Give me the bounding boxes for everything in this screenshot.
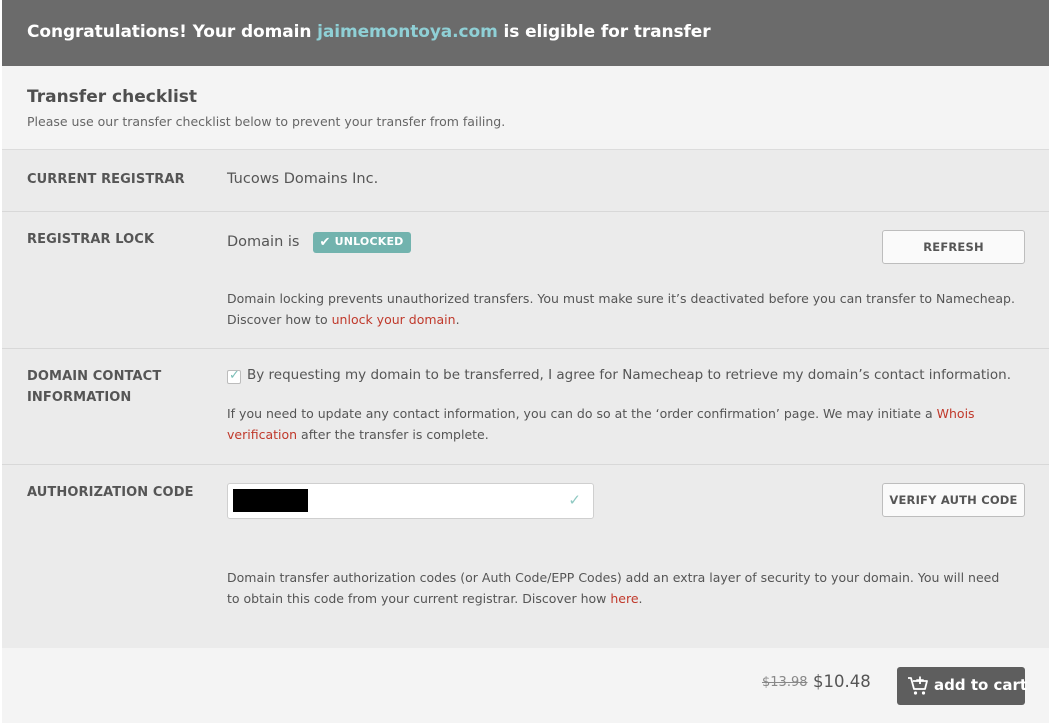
header-prefix: Congratulations! Your domain xyxy=(27,22,318,42)
agree-checkbox[interactable]: ✓ xyxy=(227,368,241,384)
lock-info: Domain locking prevents unauthorized tra… xyxy=(227,288,1015,330)
verification-link[interactable]: verification xyxy=(227,427,297,442)
old-price: $13.98 xyxy=(762,675,808,690)
checklist-heading: Transfer checklist Please use our transf… xyxy=(2,66,1049,150)
auth-code-redaction xyxy=(233,489,308,512)
current-registrar-label: CURRENT REGISTRAR xyxy=(27,172,185,187)
unlocked-badge: ✔ UNLOCKED xyxy=(313,232,411,253)
checklist-subtitle: Please use our transfer checklist below … xyxy=(27,114,506,129)
new-price: $10.48 xyxy=(813,672,871,691)
check-icon: ✔ xyxy=(319,235,331,250)
lock-info-prefix: Discover how to xyxy=(227,312,332,327)
auth-info-line1: Domain transfer authorization codes (or … xyxy=(227,570,1000,585)
domain-contact-label-line1: DOMAIN CONTACT xyxy=(27,369,162,384)
contact-info: If you need to update any contact inform… xyxy=(227,403,1007,445)
unlock-domain-link[interactable]: unlock your domain xyxy=(332,312,456,327)
row-authorization-code: AUTHORIZATION CODE ✓ VERIFY AUTH CODE Do… xyxy=(2,465,1049,648)
current-registrar-value: Tucows Domains Inc. xyxy=(227,171,379,187)
refresh-button[interactable]: REFRESH xyxy=(882,230,1025,264)
contact-info-suffix: after the transfer is complete. xyxy=(297,427,489,442)
lock-info-suffix: . xyxy=(455,312,460,327)
auth-info-suffix: . xyxy=(638,591,643,606)
domain-contact-label-line2: INFORMATION xyxy=(27,390,132,405)
agree-text: By requesting my domain to be transferre… xyxy=(247,367,1011,383)
checklist-title: Transfer checklist xyxy=(27,87,198,107)
unlocked-badge-label: UNLOCKED xyxy=(334,235,404,248)
row-current-registrar: CURRENT REGISTRAR Tucows Domains Inc. xyxy=(2,150,1049,212)
price-footer: $13.98 $10.48 add to cart xyxy=(2,648,1049,723)
auth-info: Domain transfer authorization codes (or … xyxy=(227,567,999,609)
page-header: Congratulations! Your domain jaimemontoy… xyxy=(2,0,1049,66)
header-title: Congratulations! Your domain jaimemontoy… xyxy=(27,22,711,42)
add-to-cart-label: add to cart xyxy=(934,676,1028,694)
verify-auth-code-button[interactable]: VERIFY AUTH CODE xyxy=(882,483,1025,517)
add-to-cart-button[interactable]: add to cart xyxy=(897,667,1028,705)
header-domain: jaimemontoya.com xyxy=(317,22,498,42)
row-registrar-lock: REGISTRAR LOCK Domain is ✔ UNLOCKED REFRES… xyxy=(2,212,1049,349)
registrar-lock-label: REGISTRAR LOCK xyxy=(27,232,155,247)
check-icon: ✓ xyxy=(568,491,581,509)
domain-contact-label: DOMAIN CONTACT INFORMATION xyxy=(27,366,161,408)
header-suffix: is eligible for transfer xyxy=(497,22,711,42)
contact-info-prefix: If you need to update any contact inform… xyxy=(227,406,937,421)
lock-status-prefix: Domain is xyxy=(227,234,300,250)
whois-link[interactable]: Whois xyxy=(937,406,975,421)
here-link[interactable]: here xyxy=(610,591,638,606)
checkbox-check-icon: ✓ xyxy=(229,368,240,383)
authorization-code-label: AUTHORIZATION CODE xyxy=(27,485,194,500)
lock-info-line2: Discover how to unlock your domain. xyxy=(227,309,1015,330)
row-domain-contact: DOMAIN CONTACT INFORMATION ✓ By requesti… xyxy=(2,349,1049,465)
lock-info-line1: Domain locking prevents unauthorized tra… xyxy=(227,291,1015,306)
auth-code-input[interactable]: ✓ xyxy=(227,483,594,519)
auth-info-prefix: to obtain this code from your current re… xyxy=(227,591,611,606)
checklist-body: CURRENT REGISTRAR Tucows Domains Inc. RE… xyxy=(2,150,1049,648)
auth-info-line2: to obtain this code from your current re… xyxy=(227,588,999,609)
cart-plus-icon xyxy=(907,676,929,700)
lock-status-line: Domain is ✔ UNLOCKED xyxy=(227,232,411,253)
